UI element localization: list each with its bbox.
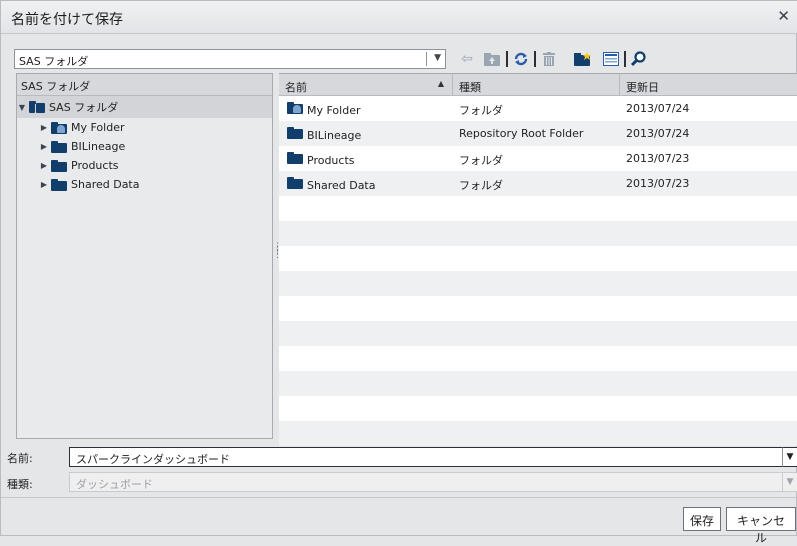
chevron-down-icon[interactable]: ▼	[782, 447, 797, 467]
view-options-icon[interactable]	[603, 50, 619, 68]
cancel-button[interactable]: キャンセル	[726, 507, 796, 545]
chevron-down-icon[interactable]: ▼	[17, 103, 27, 112]
empty-row	[279, 296, 797, 321]
empty-row	[279, 271, 797, 296]
chevron-down-icon[interactable]: ▼	[782, 472, 797, 492]
save-button[interactable]: 保存	[683, 507, 721, 531]
combo-divider	[426, 52, 427, 66]
chevron-right-icon[interactable]: ▶	[39, 180, 49, 189]
tree-item-label: Products	[71, 159, 119, 172]
row-name-cell: Shared Data	[285, 177, 376, 192]
location-combobox[interactable]: SAS フォルダ ▼	[14, 49, 446, 69]
column-header-label: 更新日	[626, 81, 659, 94]
file-list-pane: 名前 ▲ 種類 更新日 My Folder フォルダ 2013/07/24 BI…	[279, 73, 797, 446]
empty-row	[279, 371, 797, 396]
empty-row	[279, 221, 797, 246]
row-name-cell: My Folder	[285, 102, 361, 117]
row-name: BILineage	[307, 129, 362, 142]
row-modified: 2013/07/24	[626, 127, 690, 140]
tree-root-sas-folders[interactable]: ▼ SAS フォルダ	[17, 96, 272, 118]
row-type: フォルダ	[459, 179, 503, 192]
tree-root-label: SAS フォルダ	[49, 101, 119, 114]
empty-row	[279, 346, 797, 371]
user-folder-icon	[287, 102, 303, 114]
chevron-right-icon[interactable]: ▶	[39, 123, 49, 132]
folder-icon	[51, 159, 67, 172]
row-type: フォルダ	[459, 154, 503, 167]
save-as-dialog: 名前を付けて保存 ✕ SAS フォルダ ▼ ⇦ SAS フォルダ ▼ SAS フ…	[0, 0, 797, 545]
column-header-name[interactable]: 名前 ▲	[279, 74, 453, 96]
location-value: SAS フォルダ	[19, 55, 89, 68]
dialog-footer	[1, 497, 797, 537]
back-arrow-icon[interactable]: ⇦	[460, 50, 474, 68]
empty-row	[279, 321, 797, 346]
refresh-icon[interactable]	[513, 50, 529, 68]
row-modified: 2013/07/23	[626, 152, 690, 165]
folder-icon	[287, 177, 303, 189]
column-header-label: 名前	[285, 81, 307, 94]
table-row[interactable]: My Folder フォルダ 2013/07/24	[279, 96, 797, 121]
tree-item-my-folder[interactable]: ▶ My Folder	[17, 118, 272, 137]
chevron-right-icon[interactable]: ▶	[39, 161, 49, 170]
empty-row	[279, 196, 797, 221]
row-type: フォルダ	[459, 104, 503, 117]
up-folder-icon[interactable]	[484, 50, 500, 68]
row-name: Products	[307, 154, 355, 167]
type-label: 種類:	[7, 478, 33, 491]
name-input[interactable]: スパークラインダッシュボード	[69, 447, 785, 467]
toolbar-separator	[534, 51, 536, 67]
name-label: 名前:	[7, 452, 33, 465]
search-icon[interactable]	[630, 50, 646, 68]
location-bar: SAS フォルダ ▼ ⇦	[1, 40, 797, 70]
row-modified: 2013/07/24	[626, 102, 690, 115]
folder-tree-pane: SAS フォルダ ▼ SAS フォルダ ▶ My Folder ▶ BILine…	[16, 73, 273, 439]
dialog-title: 名前を付けて保存	[11, 12, 123, 28]
empty-row	[279, 396, 797, 421]
row-type: Repository Root Folder	[459, 127, 584, 140]
sort-ascending-icon: ▲	[437, 79, 444, 88]
column-header-label: 種類	[459, 81, 481, 94]
tree-item-label: BILineage	[71, 140, 126, 153]
empty-row	[279, 246, 797, 271]
sas-folder-icon	[29, 101, 45, 113]
delete-icon[interactable]	[542, 50, 556, 68]
chevron-down-icon[interactable]: ▼	[434, 53, 441, 63]
chevron-right-icon[interactable]: ▶	[39, 142, 49, 151]
row-name: My Folder	[307, 104, 361, 117]
folder-icon	[51, 140, 67, 153]
column-header-modified[interactable]: 更新日	[620, 74, 797, 96]
tree-item-shared-data[interactable]: ▶ Shared Data	[17, 175, 272, 194]
folder-icon	[287, 152, 303, 164]
new-folder-icon[interactable]	[574, 50, 592, 68]
title-bar: 名前を付けて保存 ✕	[1, 1, 797, 34]
row-name: Shared Data	[307, 179, 376, 192]
user-folder-icon	[51, 121, 67, 134]
row-name-cell: Products	[285, 152, 355, 167]
empty-row	[279, 421, 797, 446]
list-body: My Folder フォルダ 2013/07/24 BILineage Repo…	[279, 96, 797, 446]
table-row[interactable]: BILineage Repository Root Folder 2013/07…	[279, 121, 797, 146]
close-icon[interactable]: ✕	[777, 7, 790, 25]
table-row[interactable]: Products フォルダ 2013/07/23	[279, 146, 797, 171]
tree-item-bilineage[interactable]: ▶ BILineage	[17, 137, 272, 156]
list-header: 名前 ▲ 種類 更新日	[279, 74, 797, 96]
folder-icon	[287, 127, 303, 139]
row-modified: 2013/07/23	[626, 177, 690, 190]
tree-item-label: Shared Data	[71, 178, 140, 191]
toolbar-separator	[506, 51, 508, 67]
type-select[interactable]: ダッシュボード	[69, 472, 785, 492]
toolbar-separator	[624, 51, 626, 67]
row-name-cell: BILineage	[285, 127, 361, 142]
tree-item-label: My Folder	[71, 121, 125, 134]
folder-icon	[51, 178, 67, 191]
column-header-type[interactable]: 種類	[453, 74, 620, 96]
tree-item-products[interactable]: ▶ Products	[17, 156, 272, 175]
table-row[interactable]: Shared Data フォルダ 2013/07/23	[279, 171, 797, 196]
tree-header: SAS フォルダ	[17, 74, 272, 96]
